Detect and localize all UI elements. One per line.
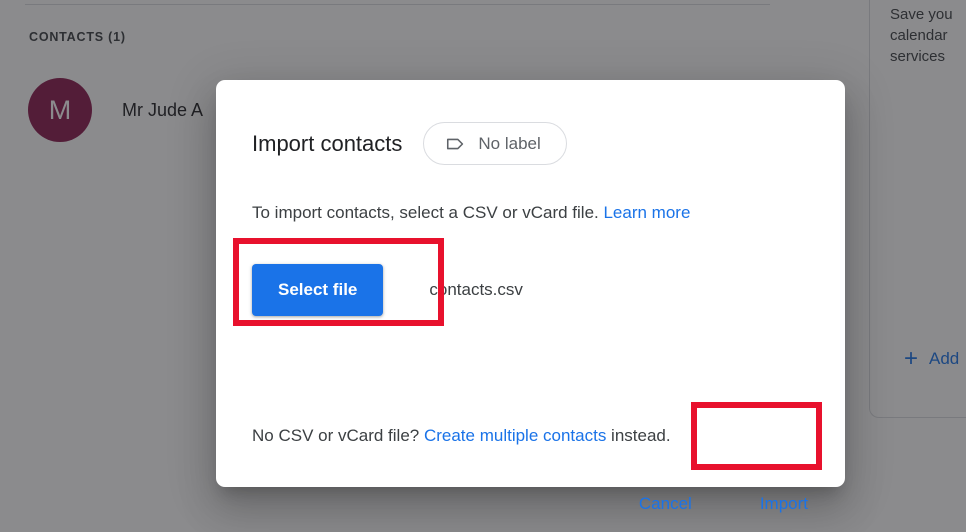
tag-icon	[445, 133, 467, 155]
alt-text-prefix: No CSV or vCard file?	[252, 426, 424, 445]
dialog-description: To import contacts, select a CSV or vCar…	[252, 203, 690, 223]
dialog-title: Import contacts	[252, 130, 403, 156]
dialog-alternative-text: No CSV or vCard file? Create multiple co…	[252, 426, 671, 446]
import-contacts-dialog: Import contacts No label To import conta…	[216, 80, 845, 513]
selected-file-name: contacts.csv	[429, 280, 523, 299]
file-select-row: Select file contacts.csv	[252, 262, 523, 318]
select-file-button[interactable]: Select file	[252, 264, 384, 316]
learn-more-link[interactable]: Learn more	[603, 203, 690, 222]
label-chip[interactable]: No label	[423, 122, 567, 165]
import-button[interactable]: Import	[746, 484, 822, 524]
cancel-button[interactable]: Cancel	[625, 484, 706, 524]
create-multiple-contacts-link[interactable]: Create multiple contacts	[424, 426, 606, 445]
label-chip-text: No label	[478, 133, 541, 153]
dialog-actions: Cancel Import	[625, 484, 822, 524]
dialog-header: Import contacts No label	[252, 122, 567, 165]
dialog-description-text: To import contacts, select a CSV or vCar…	[252, 203, 604, 222]
alt-text-suffix: instead.	[606, 426, 671, 445]
